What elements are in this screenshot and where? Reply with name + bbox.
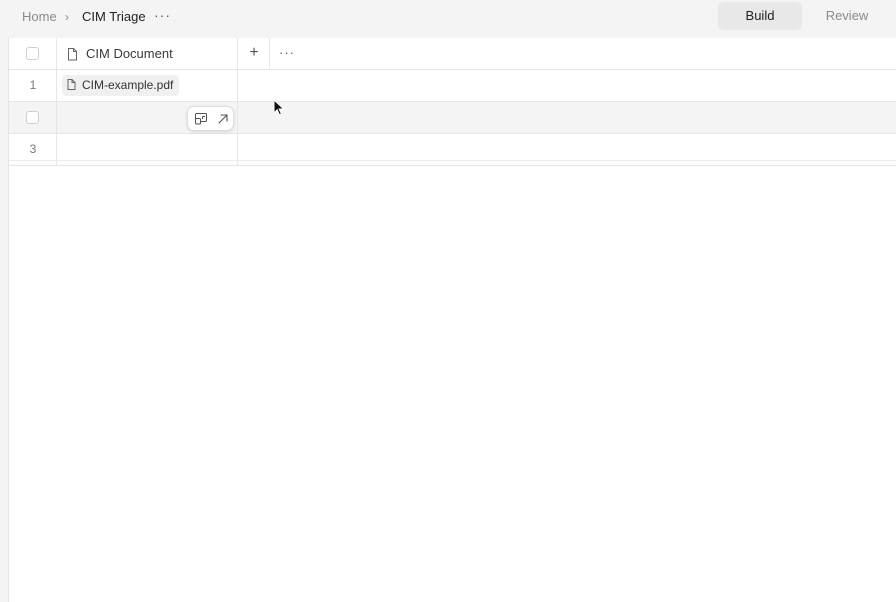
mouse-cursor-icon xyxy=(273,99,285,116)
file-chip[interactable]: CIM-example.pdf xyxy=(62,75,180,96)
more-columns-icon[interactable]: ··· xyxy=(279,45,295,60)
table-row: 1 CIM-example.pdf xyxy=(9,70,896,102)
table-bottom-divider xyxy=(9,160,896,161)
row-number: 1 xyxy=(29,78,37,92)
row-number-cell: 1 xyxy=(9,70,57,101)
select-all-checkbox[interactable] xyxy=(26,47,39,60)
row-select-cell xyxy=(9,102,57,133)
column-header-label: CIM Document xyxy=(86,46,173,61)
review-mode-button[interactable]: Review xyxy=(808,2,886,30)
row-checkbox[interactable] xyxy=(26,111,39,124)
table-row xyxy=(9,102,896,134)
document-cell[interactable]: CIM-example.pdf xyxy=(57,70,238,101)
top-bar: Home › CIM Triage ··· Build Review xyxy=(0,0,896,38)
breadcrumb-separator: › xyxy=(65,10,69,24)
add-column-cell: + xyxy=(238,38,270,69)
add-column-button[interactable]: + xyxy=(238,38,270,70)
expand-row-icon[interactable] xyxy=(194,112,208,126)
select-all-cell xyxy=(9,38,57,69)
mode-switch: Build Review xyxy=(718,2,896,32)
row-number: 3 xyxy=(29,142,37,156)
breadcrumb-home[interactable]: Home xyxy=(22,9,57,25)
file-name: CIM-example.pdf xyxy=(82,78,174,92)
spreadsheet: CIM Document + ··· 1 CIM-example.pdf 3 xyxy=(8,38,896,602)
file-icon xyxy=(68,48,77,61)
open-arrow-icon[interactable] xyxy=(216,112,230,126)
table-header-row: CIM Document + ··· xyxy=(9,38,896,70)
row-hover-toolbar xyxy=(187,106,234,131)
column-header-cim-document[interactable]: CIM Document xyxy=(57,38,238,69)
more-options-icon[interactable]: ··· xyxy=(154,7,171,23)
table-row: 3 xyxy=(9,134,896,166)
breadcrumb-current-page[interactable]: CIM Triage xyxy=(82,9,146,25)
build-mode-button[interactable]: Build xyxy=(718,2,802,30)
file-icon xyxy=(67,79,76,90)
